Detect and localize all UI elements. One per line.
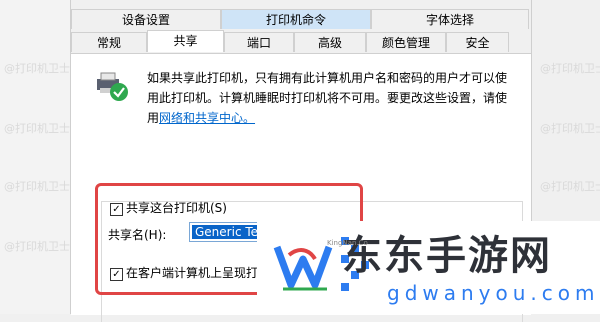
watermark: @打印机卫士 [540, 180, 600, 193]
site-watermark-overlay: 东东手游网 KingNan.Co gdwanyou.com [257, 221, 600, 314]
network-sharing-center-link[interactable]: 网络和共享中心。 [159, 111, 255, 125]
description-line: 如果共享此打印机，只有拥有此计算机用户名和密码的用户才可以使 [147, 71, 508, 85]
watermark: @打印机卫士 [4, 62, 70, 75]
tab-color-management[interactable]: 颜色管理 [366, 32, 446, 52]
watermark: @打印机卫士 [4, 240, 70, 253]
watermark: @打印机卫士 [4, 180, 70, 193]
tab-general[interactable]: 常规 [71, 32, 147, 52]
site-url: gdwanyou.com [387, 281, 600, 305]
description-line: 用此打印机。计算机睡眠时打印机将不可用。要更改这些设置，请使 [147, 91, 508, 105]
printer-shared-icon [97, 72, 128, 101]
tab-security[interactable]: 安全 [446, 32, 509, 52]
tab-font-selection[interactable]: 字体选择 [371, 9, 529, 29]
sharing-description: 如果共享此打印机，只有拥有此计算机用户名和密码的用户才可以使 用此打印机。计算机… [147, 68, 522, 128]
site-title: 东东手游网 [342, 233, 552, 279]
tab-sharing[interactable]: 共享 [147, 30, 224, 52]
tab-device-settings[interactable]: 设备设置 [71, 9, 221, 29]
watermark: @打印机卫士 [540, 62, 600, 75]
tab-row-top: 设备设置 打印机命令 字体选择 [71, 9, 529, 29]
tab-row-bottom: 常规 共享 端口 高级 颜色管理 安全 [71, 30, 509, 52]
tab-advanced[interactable]: 高级 [294, 32, 366, 52]
tab-printer-commands[interactable]: 打印机命令 [221, 9, 371, 29]
watermark: @打印机卫士 [540, 122, 600, 135]
watermark: @打印机卫士 [4, 122, 70, 135]
description-line: 用 [147, 111, 160, 125]
background-strip: @打印机卫士 @打印机卫士 @打印机卫士 @打印机卫士 [0, 0, 70, 314]
site-small-text: KingNan.Co [327, 239, 368, 247]
tab-ports[interactable]: 端口 [224, 32, 294, 52]
